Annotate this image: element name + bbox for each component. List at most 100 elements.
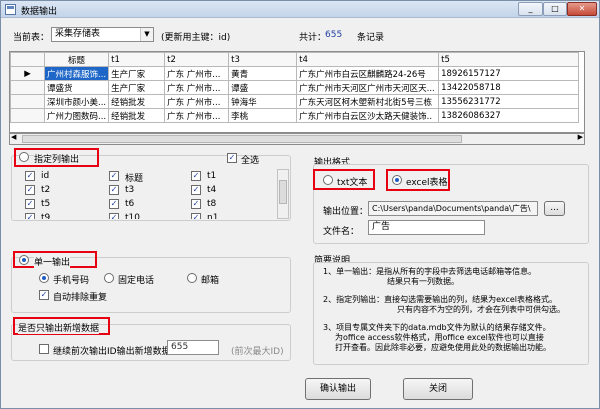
column-header[interactable]: t4 xyxy=(296,52,440,67)
email-radio[interactable] xyxy=(187,273,197,283)
help-item-1-detail: 结果只有一列数据。 xyxy=(387,277,459,286)
continue-new-data-checkbox[interactable] xyxy=(39,344,49,354)
table-cell[interactable]: 13556231772 xyxy=(438,94,580,109)
field-label: t3 xyxy=(125,185,135,195)
field-label: t8 xyxy=(207,199,217,209)
help-text: 1、单一输出：是指从所有的字段中去筛选电话邮箱等信息。 结果只有一列数据。 2、… xyxy=(323,267,565,353)
field-checkbox[interactable]: ✓ xyxy=(109,185,119,195)
mobile-radio[interactable] xyxy=(39,273,49,283)
app-icon xyxy=(5,4,16,15)
field-label: n2 xyxy=(25,213,36,221)
field-checkbox[interactable]: ✓ xyxy=(109,171,119,181)
table-row[interactable]: 谭盛货 生产厂家 广东 广州市... 谭盛 广东广州市天河区广州市天河区天...… xyxy=(10,80,580,95)
table-cell[interactable]: 生产厂家 xyxy=(108,66,166,81)
data-table: 标题 t1 t2 t3 t4 t5 ▶ 广州村森服饰... 生产厂家 广东 广州… xyxy=(10,52,580,123)
confirm-output-button[interactable]: 确认输出 xyxy=(305,378,371,400)
minimize-button[interactable]: _ xyxy=(518,2,543,16)
txt-label: txt文本 xyxy=(337,178,368,188)
table-cell[interactable]: 深圳市颜小美... xyxy=(43,94,110,109)
table-row[interactable]: 广州力图数码... 经销批发 广东 广州市... 李桃 广东广州市白云区沙太路天… xyxy=(10,108,580,123)
table-cell[interactable]: 广州力图数码... xyxy=(43,108,110,123)
close-window-button[interactable]: ✕ xyxy=(567,2,597,16)
help-item-1-title: 1、单一输出： xyxy=(323,267,377,276)
table-cell[interactable]: 广东 广州市... xyxy=(164,108,230,123)
data-grid[interactable]: 标题 t1 t2 t3 t4 t5 ▶ 广州村森服饰... 生产厂家 广东 广州… xyxy=(9,51,585,133)
table-cell[interactable]: 广东 广州市... xyxy=(164,66,230,81)
table-cell[interactable]: 经销批发 xyxy=(108,108,166,123)
table-cell[interactable]: 经销批发 xyxy=(108,94,166,109)
table-cell[interactable]: 广东广州市白云区麒麟路24-26号 xyxy=(296,66,440,81)
table-cell[interactable]: 谭盛货 xyxy=(43,80,110,95)
column-header[interactable]: t1 xyxy=(108,52,166,67)
scrollbar-thumb[interactable] xyxy=(279,180,287,204)
table-cell[interactable]: 李桃 xyxy=(228,108,298,123)
output-location-input[interactable]: C:\Users\panda\Documents\panda\广告\ xyxy=(368,201,538,216)
txt-radio[interactable] xyxy=(323,175,333,185)
row-header[interactable] xyxy=(10,108,45,123)
current-row-marker: ▶ xyxy=(10,66,45,81)
field-label: t1 xyxy=(207,171,217,181)
field-checkbox[interactable]: ✓ xyxy=(191,185,201,195)
table-cell[interactable]: 广东 广州市... xyxy=(164,94,230,109)
column-header[interactable]: 标题 xyxy=(43,52,110,67)
dedupe-label: 自动排除重复 xyxy=(53,293,108,303)
column-header[interactable]: t3 xyxy=(228,52,298,67)
landline-radio[interactable] xyxy=(104,273,114,283)
field-label: t6 xyxy=(125,199,135,209)
new-data-label: 是否只输出新增数据 xyxy=(18,321,100,334)
column-header[interactable]: t2 xyxy=(164,52,230,67)
field-checkbox[interactable]: ✓ xyxy=(191,171,201,181)
table-cell[interactable]: 广东广州市白云区沙太路天健装饰.. xyxy=(296,108,440,123)
column-list-scrollbar[interactable] xyxy=(277,169,289,219)
field-checkbox[interactable]: ✓ xyxy=(25,171,35,181)
table-cell[interactable]: 18926157127 xyxy=(438,66,580,81)
scrollbar-thumb[interactable] xyxy=(22,135,462,143)
table-cell[interactable]: 广东 广州市... xyxy=(164,80,230,95)
filename-input[interactable]: 广告 xyxy=(368,220,485,235)
maximize-button[interactable]: □ xyxy=(543,2,567,16)
close-button[interactable]: 关闭 xyxy=(403,378,473,400)
table-row[interactable]: ▶ 广州村森服饰... 生产厂家 广东 广州市... 黄青 广东广州市白云区麒麟… xyxy=(10,66,580,81)
table-select[interactable]: 采集存储表 ▼ xyxy=(51,27,154,42)
select-all-checkbox[interactable]: ✓ xyxy=(227,153,237,163)
field-label: t2 xyxy=(41,185,51,195)
table-cell[interactable]: 生产厂家 xyxy=(108,80,166,95)
table-cell[interactable]: 13422058718 xyxy=(438,80,580,95)
table-row[interactable]: 深圳市颜小美... 经销批发 广东 广州市... 钟海华 广东天河区柯木塱新村北… xyxy=(10,94,580,109)
help-item-1-text: 是指从所有的字段中去筛选电话邮箱等信息。 xyxy=(376,267,537,276)
grid-horizontal-scrollbar[interactable]: ◀ ▶ xyxy=(9,133,585,145)
table-cell[interactable]: 广州村森服饰... xyxy=(43,66,110,81)
field-checkbox[interactable]: ✓ xyxy=(25,199,35,209)
table-cell[interactable]: 广东广州市天河区广州市天河区天... xyxy=(296,80,440,95)
help-item-3-title: 3、项目专属文件夹下的data.mdb文件为默认的结果存储文件。 xyxy=(323,323,551,332)
table-cell[interactable]: 13826086327 xyxy=(438,108,580,123)
output-location-label: 输出位置： xyxy=(323,207,369,217)
table-cell[interactable]: 黄青 xyxy=(228,66,298,81)
export-dialog-window: 数据输出 _ □ ✕ 当前表： 采集存储表 ▼ (更新用主键：id) 共计： 6… xyxy=(0,0,600,409)
chevron-down-icon[interactable]: ▼ xyxy=(140,28,153,41)
email-label: 邮箱 xyxy=(201,276,220,286)
dedupe-checkbox[interactable]: ✓ xyxy=(39,290,49,300)
browse-button[interactable]: ... xyxy=(544,201,565,216)
scroll-right-icon[interactable]: ▶ xyxy=(578,133,583,141)
specify-column-radio[interactable] xyxy=(19,152,29,162)
excel-label: excel表格 xyxy=(406,178,448,188)
single-output-label: 单一输出 xyxy=(34,255,71,268)
field-checkbox[interactable]: ✓ xyxy=(109,199,119,209)
table-cell[interactable]: 广东天河区柯木塱新村北街5号三栋 xyxy=(296,94,440,109)
table-header-row: 标题 t1 t2 t3 t4 t5 xyxy=(10,52,580,67)
field-checkbox[interactable]: ✓ xyxy=(25,185,35,195)
excel-radio[interactable] xyxy=(392,175,402,185)
landline-label: 固定电话 xyxy=(118,276,155,286)
row-header[interactable] xyxy=(10,94,45,109)
single-output-radio[interactable] xyxy=(19,255,29,265)
last-id-input[interactable]: 655 xyxy=(167,340,219,355)
field-checkbox[interactable]: ✓ xyxy=(191,199,201,209)
row-header[interactable] xyxy=(10,80,45,95)
column-header[interactable] xyxy=(10,52,45,67)
field-label: pandaitemsnumb xyxy=(196,213,275,221)
table-cell[interactable]: 谭盛 xyxy=(228,80,298,95)
table-cell[interactable]: 钟海华 xyxy=(228,94,298,109)
column-header[interactable]: t5 xyxy=(438,52,580,67)
scroll-left-icon[interactable]: ◀ xyxy=(11,133,16,141)
